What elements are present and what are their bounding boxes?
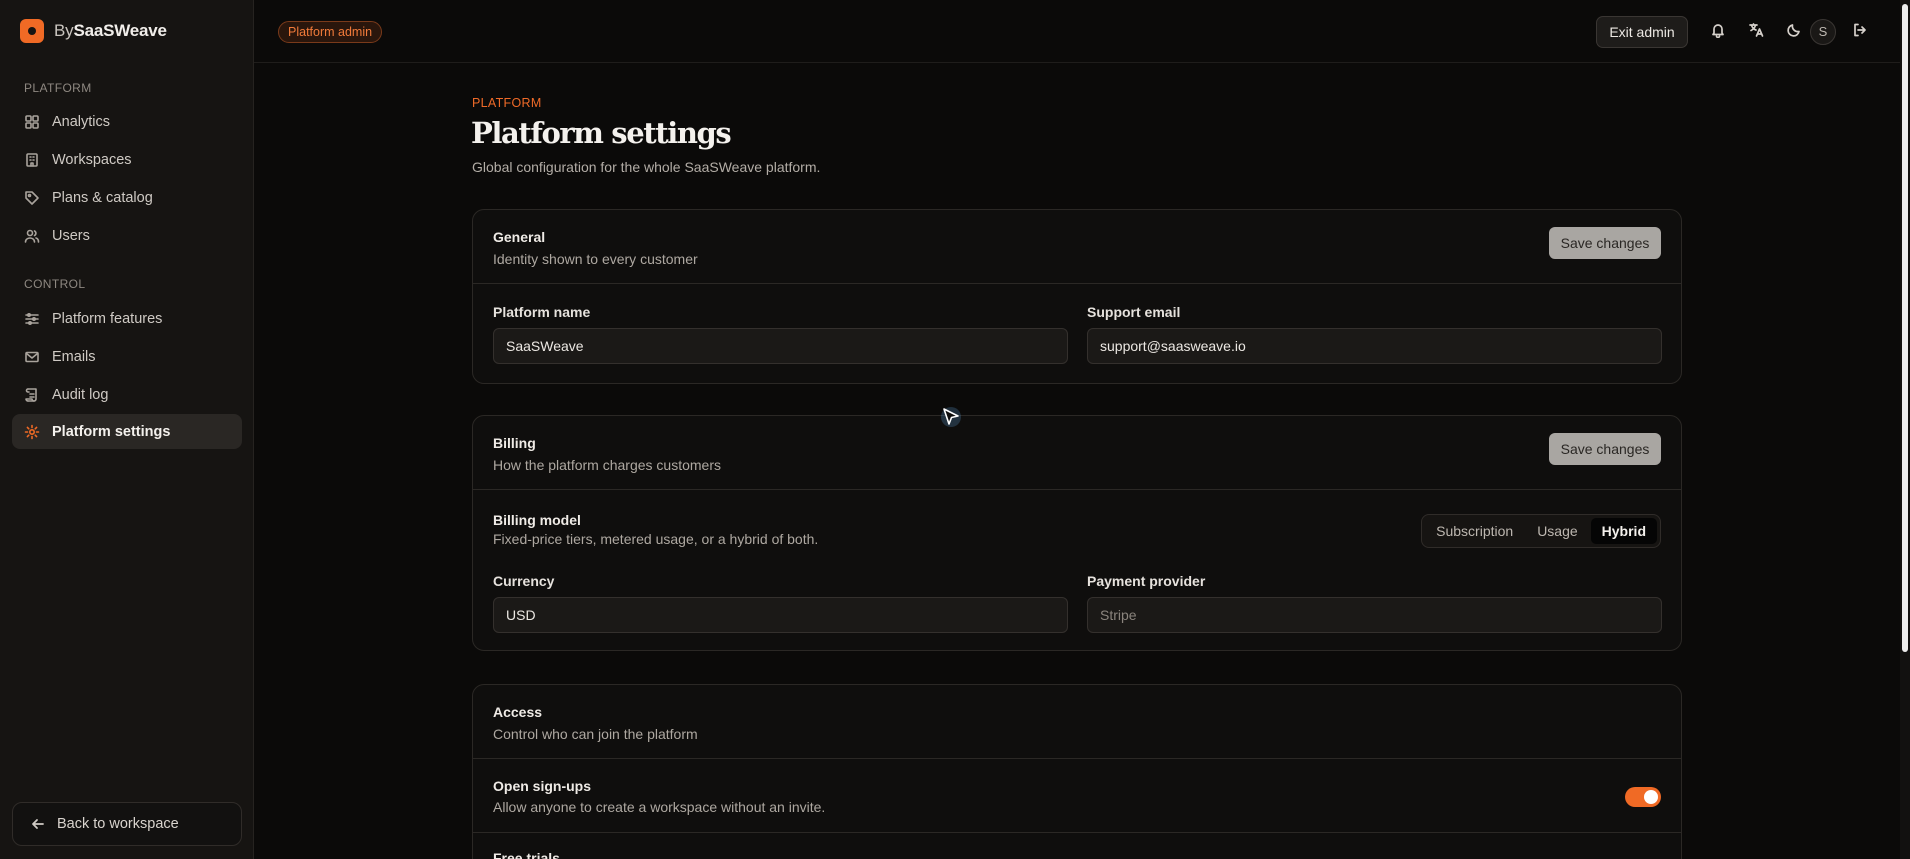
theme-toggle-button[interactable] (1786, 22, 1804, 40)
platform-name-label: Platform name (493, 304, 591, 320)
sidebar-item-audit-log[interactable]: Audit log (12, 377, 242, 412)
sidebar-item-label: Analytics (52, 113, 111, 130)
sidebar-item-label: Audit log (52, 386, 109, 403)
sidebar-item-label: Users (52, 227, 90, 244)
brand-label: SaaSWeave (73, 21, 167, 40)
section-label-platform: PLATFORM (24, 81, 92, 95)
building-icon (26, 152, 38, 167)
main-content: PLATFORM Platform settings Global config… (254, 64, 1900, 859)
general-card-header: General Identity shown to every customer… (473, 210, 1681, 284)
billing-title: Billing (493, 435, 536, 451)
avatar[interactable]: S (1810, 19, 1836, 45)
users-icon (24, 229, 40, 243)
notifications-button[interactable] (1710, 22, 1728, 40)
sidebar-item-workspaces[interactable]: Workspaces (12, 142, 242, 177)
scrollbar-thumb[interactable] (1902, 4, 1908, 652)
access-title: Access (493, 704, 543, 720)
sidebar: BySaaSWeave PLATFORM Analytics Workspace… (0, 0, 254, 859)
billing-model-option-usage[interactable]: Usage (1526, 518, 1588, 544)
exit-admin-button[interactable]: Exit admin (1596, 16, 1688, 48)
billing-save-button[interactable]: Save changes (1549, 433, 1661, 465)
translate-icon (1749, 23, 1764, 37)
moon-icon (1787, 24, 1800, 37)
platform-name-input[interactable]: SaaSWeave (493, 328, 1068, 364)
language-button[interactable] (1748, 22, 1766, 40)
billing-model-description: Fixed-price tiers, metered usage, or a h… (493, 531, 819, 547)
tag-icon (25, 190, 39, 205)
open-signups-description: Allow anyone to create a workspace witho… (493, 799, 826, 815)
page-title: Platform settings (471, 116, 732, 150)
mail-icon (25, 351, 39, 362)
back-to-workspace-button[interactable]: Back to workspace (12, 802, 242, 846)
brand-prefix: By (54, 21, 74, 40)
payment-provider-label: Payment provider (1087, 573, 1206, 589)
sliders-icon (25, 312, 39, 325)
scroll-icon (25, 387, 37, 402)
sidebar-item-label: Plans & catalog (52, 189, 153, 206)
page-subtitle: Global configuration for the whole SaaSW… (472, 159, 821, 175)
gear-icon (24, 424, 40, 439)
bell-icon (1712, 24, 1724, 39)
sidebar-item-label: Emails (52, 348, 96, 365)
platform-admin-badge: Platform admin (278, 21, 383, 43)
access-divider (473, 832, 1681, 833)
cursor-icon (941, 407, 961, 427)
page-scrollbar[interactable] (1900, 0, 1910, 859)
billing-model-option-subscription[interactable]: Subscription (1425, 518, 1524, 544)
sign-out-button[interactable] (1852, 22, 1870, 40)
access-description: Control who can join the platform (493, 726, 698, 742)
support-email-label: Support email (1087, 304, 1181, 320)
currency-label: Currency (493, 573, 555, 589)
billing-model-selector: Subscription Usage Hybrid (1421, 514, 1661, 548)
payment-provider-input[interactable]: Stripe (1087, 597, 1662, 633)
sidebar-item-label: Platform settings (52, 423, 171, 440)
back-to-workspace-label: Back to workspace (57, 816, 179, 832)
brand[interactable]: BySaaSWeave (20, 19, 167, 43)
billing-card-header: Billing How the platform charges custome… (473, 416, 1681, 490)
brand-name: BySaaSWeave (54, 21, 167, 41)
access-card-header: Access Control who can join the platform (473, 685, 1681, 759)
sidebar-item-label: Platform features (52, 310, 163, 327)
logout-icon (1854, 23, 1866, 37)
general-card: General Identity shown to every customer… (472, 209, 1682, 384)
page-eyebrow: PLATFORM (472, 96, 542, 110)
sidebar-item-label: Workspaces (52, 151, 132, 168)
billing-description: How the platform charges customers (493, 457, 721, 473)
arrow-left-icon (32, 819, 44, 829)
general-description: Identity shown to every customer (493, 251, 698, 267)
brand-logo-icon (20, 19, 44, 43)
billing-card: Billing How the platform charges custome… (472, 415, 1682, 651)
section-label-control: CONTROL (24, 277, 86, 291)
billing-model-option-hybrid[interactable]: Hybrid (1590, 518, 1657, 544)
general-title: General (493, 229, 546, 245)
sidebar-item-plans[interactable]: Plans & catalog (12, 180, 242, 215)
access-card: Access Control who can join the platform… (472, 684, 1682, 859)
sidebar-item-platform-features[interactable]: Platform features (12, 301, 242, 336)
sidebar-item-users[interactable]: Users (12, 218, 242, 253)
billing-model-row: Billing model Fixed-price tiers, metered… (473, 490, 1681, 560)
topbar: Platform admin Exit admin S (254, 0, 1900, 63)
open-signups-title: Open sign-ups (493, 778, 591, 794)
billing-model-title: Billing model (493, 512, 581, 528)
currency-input[interactable]: USD (493, 597, 1068, 633)
open-signups-toggle[interactable] (1625, 787, 1661, 807)
support-email-input[interactable]: support@saasweave.io (1087, 328, 1662, 364)
app-root: BySaaSWeave PLATFORM Analytics Workspace… (0, 0, 1910, 859)
general-save-button[interactable]: Save changes (1549, 227, 1661, 259)
free-trials-title: Free trials (493, 850, 560, 859)
grid-icon (25, 114, 39, 129)
sidebar-item-analytics[interactable]: Analytics (12, 104, 242, 139)
sidebar-item-emails[interactable]: Emails (12, 339, 242, 374)
sidebar-item-platform-settings[interactable]: Platform settings (12, 414, 242, 449)
